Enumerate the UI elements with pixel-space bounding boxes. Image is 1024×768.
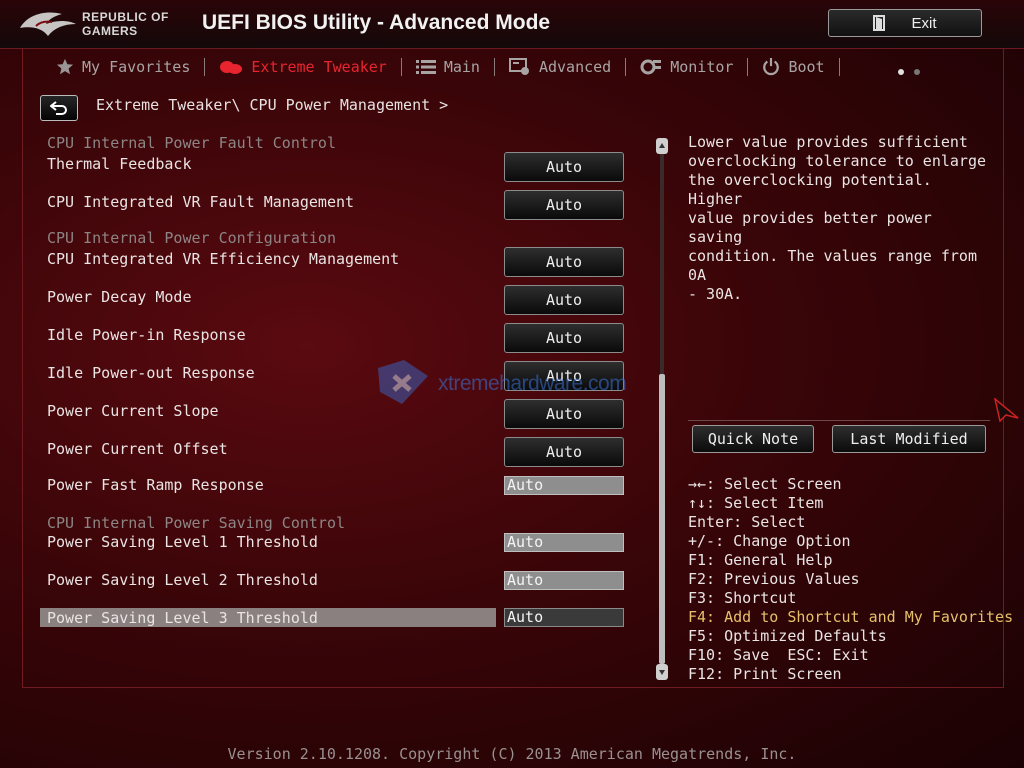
tab-bar: My Favorites Extreme Tweaker Main Advanc… <box>50 54 848 80</box>
page-dot[interactable] <box>914 69 920 75</box>
setting-label[interactable]: Idle Power-out Response <box>47 364 255 382</box>
tab-separator <box>838 58 840 76</box>
tab-boot[interactable]: Boot <box>756 54 830 80</box>
scroll-up-button[interactable] <box>656 138 668 154</box>
tab-separator <box>493 58 495 76</box>
tab-label: Boot <box>788 58 825 76</box>
tweaker-icon <box>220 61 243 74</box>
app-title: UEFI BIOS Utility - Advanced Mode <box>202 11 551 34</box>
setting-value-button[interactable]: Auto <box>504 323 624 353</box>
setting-label[interactable]: Thermal Feedback <box>47 155 192 173</box>
setting-value-button[interactable]: Auto <box>504 190 624 220</box>
setting-label[interactable]: CPU Integrated VR Efficiency Management <box>47 250 399 268</box>
key-hint: →←: Select Screen <box>688 475 842 493</box>
brand-line-1: REPUBLIC OF <box>82 10 169 24</box>
key-hint: F5: Optimized Defaults <box>688 627 887 645</box>
list-icon <box>415 60 436 74</box>
setting-value-field[interactable]: Auto <box>504 608 624 627</box>
key-hint-highlighted: F4: Add to Shortcut and My Favorites <box>688 608 1014 626</box>
key-hint: F10: Save ESC: Exit <box>688 646 869 664</box>
tab-extreme-tweaker[interactable]: Extreme Tweaker <box>213 54 392 80</box>
star-icon <box>56 58 74 75</box>
exit-button[interactable]: Exit <box>828 9 982 37</box>
key-hint: Enter: Select <box>688 513 806 531</box>
setting-value-button[interactable]: Auto <box>504 399 624 429</box>
tab-monitor[interactable]: Monitor <box>634 54 739 80</box>
key-hint: +/-: Change Option <box>688 532 851 550</box>
mouse-cursor-icon <box>994 398 1019 422</box>
last-modified-button[interactable]: Last Modified <box>832 425 986 453</box>
key-hint: ↑↓: Select Item <box>688 494 824 512</box>
setting-label-selected[interactable]: Power Saving Level 3 Threshold <box>47 609 318 627</box>
key-hint: F12: Print Screen <box>688 665 842 683</box>
setting-value-field[interactable]: Auto <box>504 533 624 552</box>
setting-label[interactable]: Power Current Offset <box>47 440 228 458</box>
brand-text: REPUBLIC OF GAMERS <box>82 10 197 38</box>
setting-value-field[interactable]: Auto <box>504 476 624 495</box>
divider <box>688 420 990 421</box>
key-hint: F3: Shortcut <box>688 589 797 607</box>
key-hint: F1: General Help <box>688 551 833 569</box>
exit-label: Exit <box>911 14 937 32</box>
key-legend: →←: Select Screen ↑↓: Select Item Enter:… <box>688 475 1013 684</box>
tab-separator <box>625 58 627 76</box>
setting-value-field[interactable]: Auto <box>504 571 624 590</box>
scrollbar-thumb[interactable] <box>659 374 665 664</box>
rog-logo-icon <box>20 12 76 37</box>
arrow-up-icon <box>659 143 665 148</box>
key-hint: F2: Previous Values <box>688 570 860 588</box>
monitor-icon <box>640 59 662 75</box>
setting-label[interactable]: Power Saving Level 1 Threshold <box>47 533 318 551</box>
setting-value-button[interactable]: Auto <box>504 285 624 315</box>
tab-label: Extreme Tweaker <box>251 58 387 76</box>
tab-label: Advanced <box>538 58 612 76</box>
setting-value-button[interactable]: Auto <box>504 437 624 467</box>
page-dot-active[interactable] <box>898 69 904 75</box>
tab-separator <box>747 58 749 76</box>
watermark-text: xtremehardware.com <box>438 372 627 395</box>
tab-label: My Favorites <box>82 58 191 76</box>
section-header: CPU Internal Power Fault Control <box>47 134 336 152</box>
setting-label[interactable]: Idle Power-in Response <box>47 326 246 344</box>
quick-note-button[interactable]: Quick Note <box>692 425 814 453</box>
back-button[interactable] <box>40 95 78 121</box>
help-description: Lower value provides sufficient overcloc… <box>688 133 987 303</box>
tab-label: Monitor <box>670 58 734 76</box>
breadcrumb: Extreme Tweaker\ CPU Power Management > <box>96 96 449 114</box>
watermark-logo-icon <box>378 360 428 404</box>
arrow-down-icon <box>659 670 665 675</box>
brand-line-2: GAMERS <box>82 24 138 38</box>
tab-my-favorites[interactable]: My Favorites <box>50 54 196 80</box>
back-arrow-icon <box>50 101 67 115</box>
tab-separator <box>204 58 206 76</box>
footer-version: Version 2.10.1208. Copyright (C) 2013 Am… <box>227 745 797 763</box>
tab-label: Main <box>443 58 480 76</box>
setting-label[interactable]: Power Current Slope <box>47 402 219 420</box>
tab-advanced[interactable]: Advanced <box>503 54 617 80</box>
section-header: CPU Internal Power Saving Control <box>47 514 346 532</box>
power-icon <box>763 58 780 76</box>
tab-main[interactable]: Main <box>410 54 486 80</box>
setting-label[interactable]: Power Saving Level 2 Threshold <box>47 571 318 589</box>
advanced-icon <box>508 58 529 75</box>
setting-label[interactable]: Power Fast Ramp Response <box>47 476 264 494</box>
section-header: CPU Internal Power Configuration <box>47 229 336 247</box>
setting-label[interactable]: CPU Integrated VR Fault Management <box>47 193 354 211</box>
setting-label[interactable]: Power Decay Mode <box>47 288 192 306</box>
page-indicator[interactable] <box>898 60 930 79</box>
scroll-down-button[interactable] <box>656 664 668 680</box>
tab-separator <box>400 58 402 76</box>
exit-door-icon <box>873 15 886 31</box>
setting-value-button[interactable]: Auto <box>504 152 624 182</box>
setting-value-button[interactable]: Auto <box>504 247 624 277</box>
